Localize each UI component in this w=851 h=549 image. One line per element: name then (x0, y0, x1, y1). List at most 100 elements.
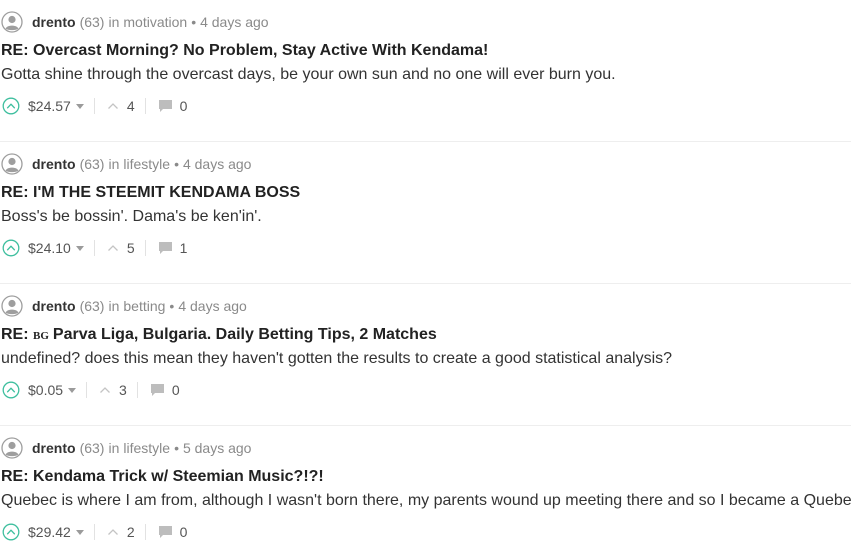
author-reputation: (63) (79, 440, 105, 456)
post-meta: drento (63) in lifestyle • 4 days ago (0, 151, 251, 177)
post-meta: drento (63) in lifestyle • 5 days ago (0, 435, 251, 461)
post-timestamp[interactable]: 4 days ago (200, 14, 269, 30)
comments-button[interactable]: 0 (158, 98, 188, 114)
meta-separator: • (169, 298, 175, 314)
chevron-up-icon (107, 529, 118, 535)
post-item: drento (63) in betting • 4 days ago RE: … (0, 284, 851, 426)
post-actions: $0.05 3 0 (2, 379, 180, 401)
post-actions: $24.10 5 1 (2, 237, 187, 259)
post-timestamp[interactable]: 4 days ago (178, 298, 247, 314)
speech-bubble-icon (150, 384, 164, 396)
in-label: in (108, 440, 120, 456)
payout-value: $24.57 (28, 98, 71, 114)
speech-bubble-icon (158, 100, 172, 112)
divider (93, 98, 95, 114)
divider (93, 240, 95, 256)
post-title[interactable]: RE: I'M THE STEEMIT KENDAMA BOSS (1, 184, 300, 202)
post-body-preview[interactable]: Quebec is where I am from, although I wa… (1, 492, 851, 510)
post-item: drento (63) in lifestyle • 5 days ago RE… (0, 426, 851, 549)
user-avatar-icon[interactable] (1, 11, 23, 33)
category-link[interactable]: lifestyle (123, 156, 170, 172)
caret-down-icon (75, 530, 84, 535)
category-link[interactable]: lifestyle (123, 440, 170, 456)
category-link[interactable]: motivation (123, 14, 187, 30)
author-link[interactable]: drento (32, 14, 76, 30)
user-avatar-icon[interactable] (1, 437, 23, 459)
post-body-preview[interactable]: Gotta shine through the overcast days, b… (1, 66, 616, 84)
votes-button[interactable]: 3 (99, 382, 127, 398)
in-label: in (108, 298, 120, 314)
author-link[interactable]: drento (32, 440, 76, 456)
title-text: Parva Liga, Bulgaria. Daily Betting Tips… (52, 326, 437, 343)
post-timestamp[interactable]: 5 days ago (183, 440, 252, 456)
comment-feed: drento (63) in motivation • 4 days ago R… (0, 0, 851, 549)
comments-button[interactable]: 0 (150, 382, 180, 398)
speech-bubble-icon (158, 242, 172, 254)
meta-separator: • (174, 440, 179, 456)
author-reputation: (63) (79, 298, 105, 314)
caret-down-icon (75, 104, 84, 109)
caret-down-icon (68, 388, 77, 393)
upvote-circle-chevron-icon[interactable] (2, 523, 20, 541)
post-title[interactable]: RE: Overcast Morning? No Problem, Stay A… (1, 42, 488, 60)
chevron-up-icon (100, 387, 111, 393)
divider (144, 240, 146, 256)
author-link[interactable]: drento (32, 156, 76, 172)
comment-count: 1 (179, 240, 188, 256)
comments-button[interactable]: 1 (158, 240, 188, 256)
post-actions: $24.57 4 0 (2, 95, 187, 117)
chevron-up-icon (107, 103, 118, 109)
divider (144, 98, 146, 114)
divider (86, 382, 88, 398)
post-timestamp[interactable]: 4 days ago (183, 156, 252, 172)
category-link[interactable]: betting (123, 298, 165, 314)
post-meta: drento (63) in motivation • 4 days ago (0, 9, 269, 35)
user-avatar-icon[interactable] (1, 295, 23, 317)
chevron-up-icon (107, 245, 118, 251)
post-meta: drento (63) in betting • 4 days ago (0, 293, 247, 319)
comment-count: 0 (179, 98, 188, 114)
votes-button[interactable]: 4 (107, 98, 135, 114)
post-title[interactable]: RE: Kendama Trick w/ Steemian Music?!?! (1, 468, 324, 486)
payout-dropdown[interactable]: $24.57 (28, 98, 84, 114)
vote-count: 5 (126, 240, 135, 256)
comment-count: 0 (179, 524, 188, 540)
payout-value: $29.42 (28, 524, 71, 540)
payout-dropdown[interactable]: $24.10 (28, 240, 84, 256)
divider (136, 382, 138, 398)
payout-dropdown[interactable]: $0.05 (28, 382, 77, 398)
divider (144, 524, 146, 540)
post-item: drento (63) in lifestyle • 4 days ago RE… (0, 142, 851, 284)
speech-bubble-icon (158, 526, 172, 538)
upvote-circle-chevron-icon[interactable] (2, 381, 20, 399)
comment-count: 0 (171, 382, 180, 398)
votes-button[interactable]: 2 (107, 524, 135, 540)
upvote-circle-chevron-icon[interactable] (2, 97, 20, 115)
title-prefix: RE: (1, 326, 29, 343)
post-body-preview[interactable]: Boss's be bossin'. Dama's be ken'in'. (1, 208, 262, 226)
vote-count: 3 (119, 382, 127, 398)
post-title[interactable]: RE: BG Parva Liga, Bulgaria. Daily Bettin… (1, 326, 437, 344)
author-reputation: (63) (79, 14, 105, 30)
caret-down-icon (75, 246, 84, 251)
vote-count: 4 (126, 98, 135, 114)
vote-count: 2 (126, 524, 135, 540)
author-reputation: (63) (79, 156, 105, 172)
divider (93, 524, 95, 540)
payout-value: $24.10 (28, 240, 71, 256)
meta-separator: • (191, 14, 197, 30)
in-label: in (108, 156, 120, 172)
payout-dropdown[interactable]: $29.42 (28, 524, 84, 540)
votes-button[interactable]: 5 (107, 240, 135, 256)
user-avatar-icon[interactable] (1, 153, 23, 175)
meta-separator: • (174, 156, 179, 172)
country-flag-label: BG (33, 330, 49, 342)
post-body-preview[interactable]: undefined? does this mean they haven't g… (1, 350, 672, 368)
in-label: in (108, 14, 120, 30)
author-link[interactable]: drento (32, 298, 76, 314)
payout-value: $0.05 (28, 382, 64, 398)
post-item: drento (63) in motivation • 4 days ago R… (0, 0, 851, 142)
post-actions: $29.42 2 0 (2, 521, 187, 543)
comments-button[interactable]: 0 (158, 524, 188, 540)
upvote-circle-chevron-icon[interactable] (2, 239, 20, 257)
